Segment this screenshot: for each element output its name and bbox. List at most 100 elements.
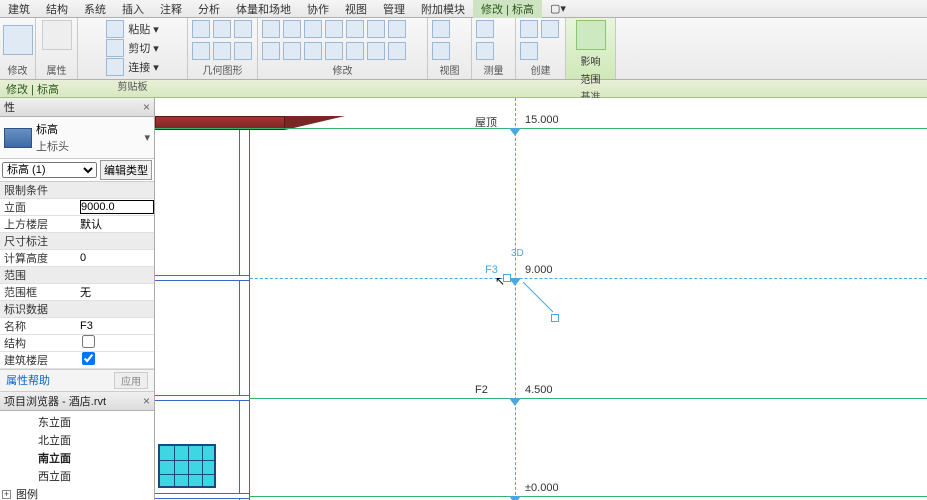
mod-icon[interactable] bbox=[367, 42, 385, 60]
ribbon-group-label: 修改 bbox=[333, 60, 353, 77]
create-icon[interactable] bbox=[520, 42, 538, 60]
level-name[interactable]: 屋顶 bbox=[475, 114, 497, 130]
mod-icon[interactable] bbox=[304, 20, 322, 38]
tree-node[interactable]: +图例 bbox=[2, 485, 152, 500]
menu-item[interactable]: 注释 bbox=[152, 0, 190, 18]
level-line[interactable] bbox=[155, 496, 927, 497]
cut-icon[interactable] bbox=[106, 39, 124, 57]
properties-icon[interactable] bbox=[42, 20, 72, 50]
prop-section: 范围 bbox=[0, 267, 154, 284]
ribbon-text: 影响 bbox=[581, 53, 601, 68]
ribbon: 修改 属性 粘贴 ▾ 剪切 ▾ 连接 ▾ 剪贴板 几何图形 修改 视图 bbox=[0, 18, 927, 80]
ribbon-group-label: 视图 bbox=[440, 60, 460, 77]
create-icon[interactable] bbox=[541, 20, 559, 38]
menu-item[interactable]: 结构 bbox=[38, 0, 76, 18]
prop-row[interactable]: 名称F3 bbox=[0, 318, 154, 335]
prop-row[interactable]: 建筑楼层 bbox=[0, 352, 154, 369]
mod-icon[interactable] bbox=[388, 42, 406, 60]
mod-icon[interactable] bbox=[283, 42, 301, 60]
3d-tag[interactable]: 3D bbox=[511, 248, 524, 259]
apply-button[interactable]: 应用 bbox=[114, 372, 148, 389]
menu-extra[interactable]: ▢▾ bbox=[542, 1, 574, 16]
tree-node[interactable]: 西立面 bbox=[2, 467, 152, 485]
geom-icon[interactable] bbox=[213, 42, 231, 60]
menu-item[interactable]: 建筑 bbox=[0, 0, 38, 18]
level-line[interactable] bbox=[155, 128, 927, 129]
menu-item[interactable]: 分析 bbox=[190, 0, 228, 18]
prop-section: 尺寸标注 bbox=[0, 233, 154, 250]
prop-checkbox[interactable] bbox=[82, 352, 95, 365]
close-icon[interactable]: × bbox=[143, 394, 150, 408]
prop-checkbox[interactable] bbox=[82, 335, 95, 348]
level-name[interactable]: F2 bbox=[475, 384, 488, 396]
mod-icon[interactable] bbox=[346, 20, 364, 38]
scope-icon[interactable] bbox=[576, 20, 606, 50]
level-value[interactable]: 15.000 bbox=[525, 114, 559, 126]
mod-icon[interactable] bbox=[325, 42, 343, 60]
view-icon[interactable] bbox=[432, 42, 450, 60]
modify-tool-icon[interactable] bbox=[3, 25, 33, 55]
tree-node[interactable]: 北立面 bbox=[2, 431, 152, 449]
level-type-icon bbox=[4, 128, 32, 148]
floor-slab bbox=[155, 493, 249, 499]
menu-item[interactable]: 附加模块 bbox=[413, 0, 473, 18]
measure-icon[interactable] bbox=[476, 20, 494, 38]
create-icon[interactable] bbox=[520, 20, 538, 38]
mod-icon[interactable] bbox=[262, 20, 280, 38]
tree-node[interactable]: 南立面 bbox=[2, 449, 152, 467]
instance-filter[interactable]: 标高 (1) bbox=[2, 162, 97, 178]
properties-panel-title: 性 × bbox=[0, 98, 154, 117]
mod-icon[interactable] bbox=[304, 42, 322, 60]
prop-row[interactable]: 计算高度0 bbox=[0, 250, 154, 267]
geom-icon[interactable] bbox=[234, 42, 252, 60]
mod-icon[interactable] bbox=[367, 20, 385, 38]
browser-panel-title: 项目浏览器 - 酒店.rvt × bbox=[0, 392, 154, 411]
prop-row[interactable]: 范围框无 bbox=[0, 284, 154, 301]
menu-item[interactable]: 协作 bbox=[299, 0, 337, 18]
mod-icon[interactable] bbox=[388, 20, 406, 38]
geom-icon[interactable] bbox=[213, 20, 231, 38]
mod-icon[interactable] bbox=[346, 42, 364, 60]
type-selector[interactable]: 标高 上标头 ▾ bbox=[0, 117, 154, 159]
join-icon[interactable] bbox=[106, 58, 124, 76]
chevron-down-icon[interactable]: ▾ bbox=[144, 131, 150, 144]
mod-icon[interactable] bbox=[262, 42, 280, 60]
drawing-canvas[interactable]: 屋顶15.000F39.000F24.500±0.0003D↖ bbox=[155, 98, 927, 500]
panel-title-text: 项目浏览器 - 酒店.rvt bbox=[4, 393, 106, 409]
menu-item[interactable]: 视图 bbox=[337, 0, 375, 18]
level-value[interactable]: ±0.000 bbox=[525, 482, 559, 494]
paste-icon[interactable] bbox=[106, 20, 124, 38]
prop-row[interactable]: 上方楼层默认 bbox=[0, 216, 154, 233]
mod-icon[interactable] bbox=[325, 20, 343, 38]
close-icon[interactable]: × bbox=[143, 100, 150, 114]
level-value[interactable]: 4.500 bbox=[525, 384, 553, 396]
tree-node[interactable]: 东立面 bbox=[2, 413, 152, 431]
prop-input[interactable] bbox=[80, 200, 154, 214]
view-icon[interactable] bbox=[432, 20, 450, 38]
measure-icon[interactable] bbox=[476, 42, 494, 60]
prop-section: 标识数据 bbox=[0, 301, 154, 318]
prop-row[interactable]: 立面 bbox=[0, 199, 154, 216]
menu-item-active[interactable]: 修改 | 标高 bbox=[473, 0, 542, 18]
prop-section: 限制条件 bbox=[0, 182, 154, 199]
edit-type-button[interactable]: 编辑类型 bbox=[100, 160, 152, 180]
level-line[interactable] bbox=[155, 398, 927, 399]
type-sub: 上标头 bbox=[36, 138, 144, 154]
menu-item[interactable]: 体量和场地 bbox=[228, 0, 299, 18]
tree-toggle[interactable]: + bbox=[2, 490, 11, 499]
geom-icon[interactable] bbox=[192, 20, 210, 38]
menu-item[interactable]: 插入 bbox=[114, 0, 152, 18]
ribbon-text: 剪切 ▾ bbox=[128, 40, 159, 56]
mod-icon[interactable] bbox=[283, 20, 301, 38]
level-line[interactable] bbox=[155, 278, 927, 279]
ribbon-group-label: 几何图形 bbox=[203, 60, 243, 77]
wall-line bbox=[239, 130, 240, 500]
level-value[interactable]: 9.000 bbox=[525, 264, 553, 276]
prop-row[interactable]: 结构 bbox=[0, 335, 154, 352]
properties-help-link[interactable]: 属性帮助 bbox=[6, 372, 50, 389]
grip-handle[interactable] bbox=[551, 314, 559, 322]
geom-icon[interactable] bbox=[192, 42, 210, 60]
menu-item[interactable]: 管理 bbox=[375, 0, 413, 18]
geom-icon[interactable] bbox=[234, 20, 252, 38]
menu-item[interactable]: 系统 bbox=[76, 0, 114, 18]
